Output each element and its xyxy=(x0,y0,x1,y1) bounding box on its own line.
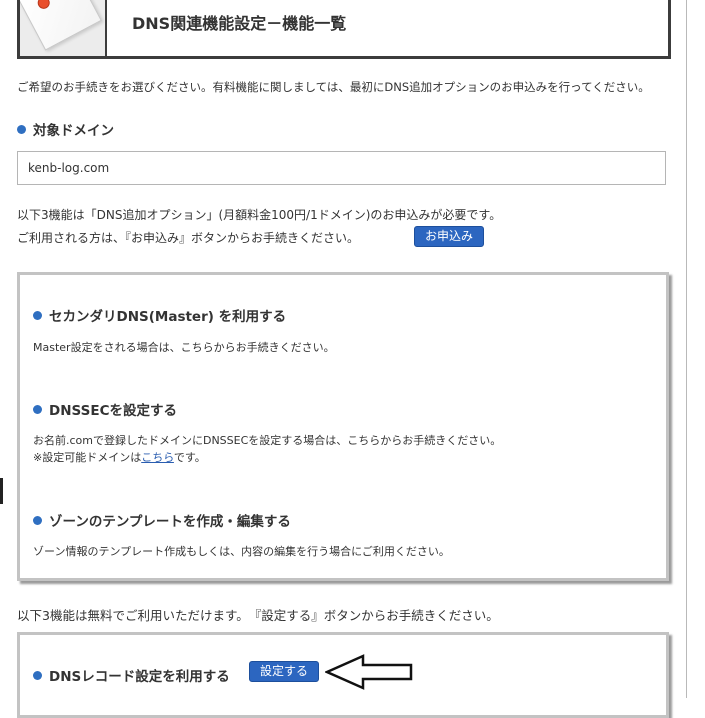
bullet-icon xyxy=(33,670,42,680)
intro-text: ご希望のお手続きをお選びください。有料機能に関しましては、最初にDNS追加オプシ… xyxy=(17,80,650,94)
dnssec-note-suffix: です。 xyxy=(173,451,206,464)
feature-heading-zone-template[interactable]: ゾーンのテンプレートを作成・編集する xyxy=(33,510,291,530)
red-dot-icon xyxy=(35,0,52,11)
paid-features-panel: セカンダリDNS(Master) を利用する Master設定をされる場合は、こ… xyxy=(17,272,669,581)
feature-heading-label: セカンダリDNS(Master) を利用する xyxy=(49,309,287,325)
left-edge-mark xyxy=(0,478,3,504)
feature-heading-dnssec[interactable]: DNSSECを設定する xyxy=(33,399,177,419)
feature-desc-dnssec-note: ※設定可能ドメインはこちらです。 xyxy=(33,449,206,465)
bullet-icon xyxy=(33,310,42,320)
feature-desc-zone-template: ゾーン情報のテンプレート作成もしくは、内容の編集を行う場合にご利用ください。 xyxy=(33,545,450,558)
target-domain-heading-label: 対象ドメイン xyxy=(33,123,114,139)
page-title: DNS関連機能設定－機能一覧 xyxy=(132,14,347,33)
bullet-icon xyxy=(17,124,26,134)
feature-desc-dnssec: お名前.comで登録したドメインにDNSSECを設定する場合は、こちらからお手続… xyxy=(33,434,502,447)
feature-heading-dns-record: DNSレコード設定を利用する xyxy=(33,665,230,685)
bullet-icon xyxy=(33,404,42,414)
free-note: 以下3機能は無料でご利用いただけます。 『設定する』ボタンからお手続きください。 xyxy=(17,608,499,623)
paid-note-line1: 以下3機能は「DNS追加オプション」(月額料金100円/1ドメイン)のお申込みが… xyxy=(17,208,502,222)
page-header: DNS関連機能設定－機能一覧 xyxy=(17,0,671,59)
header-thumbnail xyxy=(20,0,107,56)
paper-document-icon xyxy=(20,0,102,51)
feature-heading-label: DNSレコード設定を利用する xyxy=(49,669,230,685)
paid-note-line2: ご利用される方は、『お申込み』ボタンからお手続きください。 xyxy=(17,231,360,245)
target-domain-heading: 対象ドメイン xyxy=(17,119,114,139)
dnssec-note-prefix: ※設定可能ドメインは xyxy=(33,451,142,464)
feature-heading-secondary-dns[interactable]: セカンダリDNS(Master) を利用する xyxy=(33,305,286,325)
feature-desc-secondary-dns: Master設定をされる場合は、こちらからお手続きください。 xyxy=(33,341,335,354)
dns-record-setup-button[interactable]: 設定する xyxy=(249,661,320,682)
feature-heading-label: ゾーンのテンプレートを作成・編集する xyxy=(49,514,291,530)
apply-button[interactable]: お申込み xyxy=(414,226,485,247)
feature-heading-label: DNSSECを設定する xyxy=(49,403,177,419)
target-domain-display: kenb-log.com xyxy=(17,151,666,185)
bullet-icon xyxy=(33,515,42,525)
left-arrow-outline-icon xyxy=(325,654,413,690)
dnssec-eligible-domains-link[interactable]: こちら xyxy=(141,451,174,464)
right-border-line xyxy=(686,0,687,698)
